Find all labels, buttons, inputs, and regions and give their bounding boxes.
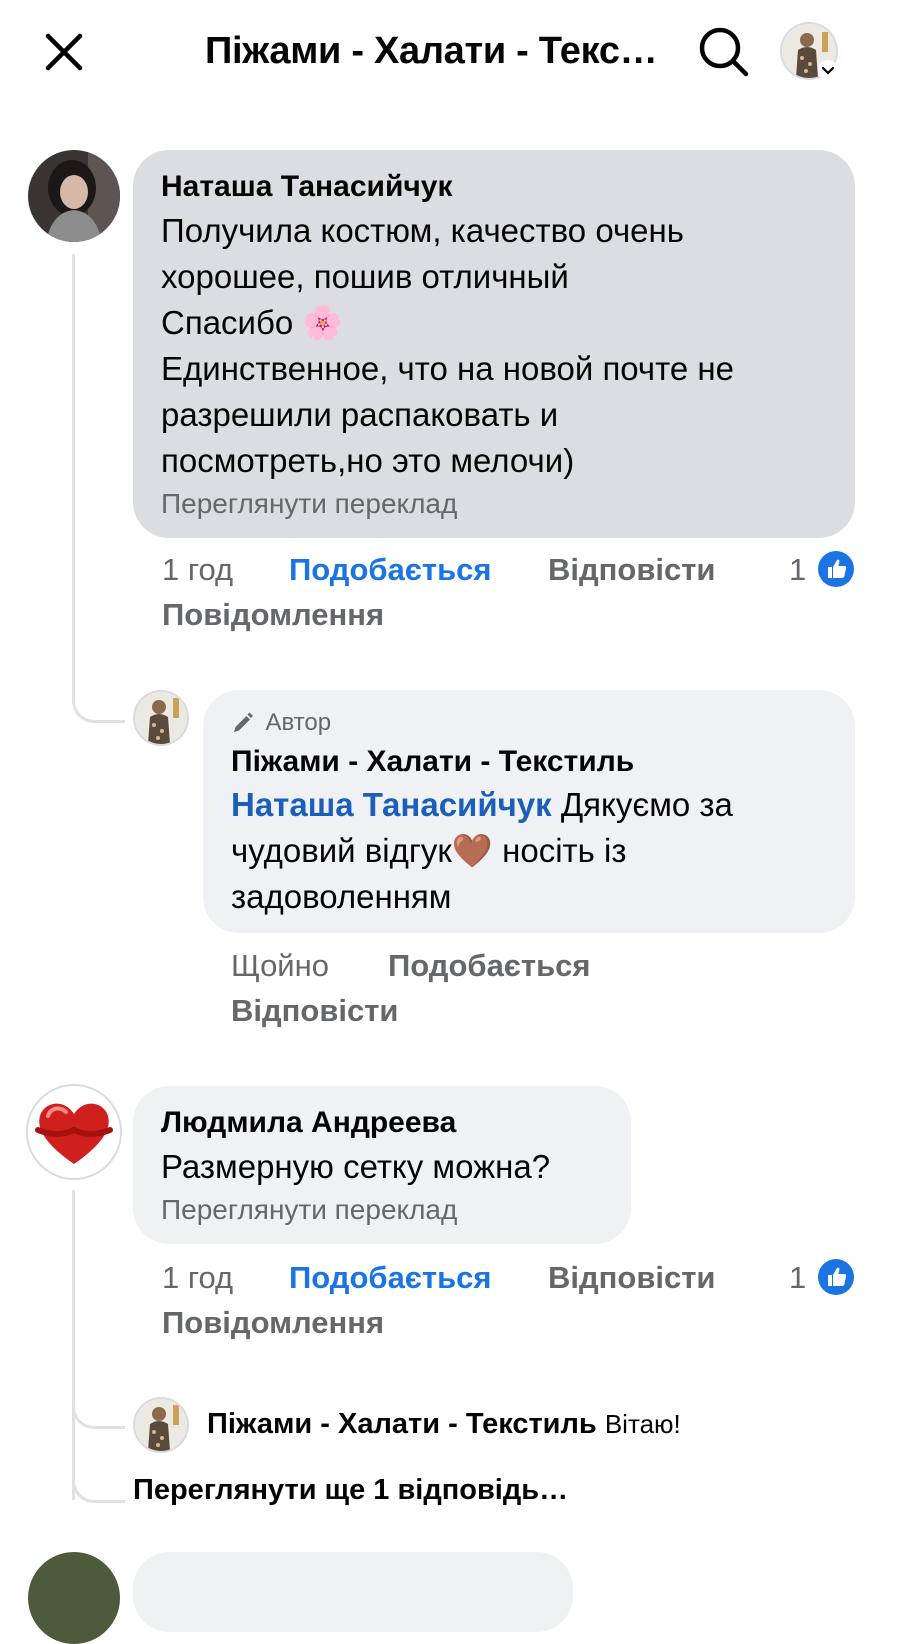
reply-author[interactable]: Піжами - Халати - Текстиль	[231, 742, 827, 782]
thread-line	[72, 1190, 75, 1500]
reply-time[interactable]: Щойно	[231, 948, 329, 984]
reply-bubble[interactable]: Автор Піжами - Халати - Текстиль Наташа …	[203, 690, 855, 933]
pencil-icon	[231, 711, 255, 735]
reply-button[interactable]: Відповісти	[548, 552, 716, 588]
avatar[interactable]	[28, 1552, 120, 1644]
comment-author[interactable]: Наташа Танасийчук	[161, 168, 827, 206]
comment-bubble[interactable]: Людмила Андреева Размерную сетку можна? …	[133, 1086, 631, 1244]
see-translation-link[interactable]: Переглянути переклад	[161, 1194, 603, 1226]
like-button[interactable]: Подобається	[289, 552, 492, 588]
like-button[interactable]: Подобається	[388, 948, 591, 984]
close-icon[interactable]	[40, 28, 88, 76]
mention-link[interactable]: Наташа Танасийчук	[231, 786, 552, 823]
reply-author[interactable]: Піжами - Халати - Текстиль	[207, 1408, 597, 1440]
comment-text: Размерную сетку можна?	[161, 1148, 551, 1185]
reply-text: Наташа Танасийчук Дякуємо за чудовий від…	[231, 786, 733, 915]
avatar[interactable]	[28, 150, 120, 242]
comment-time[interactable]: 1 год	[162, 1260, 233, 1296]
avatar[interactable]	[135, 692, 187, 744]
like-reaction-icon[interactable]	[818, 551, 854, 587]
comment-time[interactable]: 1 год	[162, 552, 233, 588]
reply-preview[interactable]: Піжами - Халати - Текстиль Вітаю!	[207, 1408, 681, 1441]
page-title: Піжами - Халати - Текс…	[205, 30, 658, 72]
reply-button[interactable]: Відповісти	[231, 993, 399, 1029]
comment-bubble[interactable]	[133, 1552, 573, 1632]
like-button[interactable]: Подобається	[289, 1260, 492, 1296]
see-translation-link[interactable]: Переглянути переклад	[161, 488, 827, 520]
comment-bubble[interactable]: Наташа Танасийчук Получила костюм, качес…	[133, 150, 855, 538]
view-more-replies-link[interactable]: Переглянути ще 1 відповідь…	[133, 1474, 568, 1507]
thread-connector	[72, 1470, 125, 1503]
thread-line	[72, 254, 75, 694]
search-icon[interactable]	[696, 24, 752, 80]
like-reaction-icon[interactable]	[818, 1259, 854, 1295]
reply-text: Вітаю!	[604, 1409, 681, 1439]
header-bar: Піжами - Халати - Текс…	[0, 0, 900, 110]
message-button[interactable]: Повідомлення	[162, 597, 384, 633]
avatar[interactable]	[135, 1399, 187, 1451]
chevron-down-icon[interactable]	[818, 60, 838, 80]
comment-text: Получила костюм, качество очень хорошее,…	[161, 212, 734, 479]
comment-author[interactable]: Людмила Андреева	[161, 1104, 603, 1142]
avatar[interactable]	[28, 1086, 120, 1178]
author-badge: Автор	[231, 708, 827, 738]
reaction-count[interactable]: 1	[789, 1260, 806, 1296]
reply-button[interactable]: Відповісти	[548, 1260, 716, 1296]
thread-connector	[72, 690, 125, 723]
reaction-count[interactable]: 1	[789, 552, 806, 588]
message-button[interactable]: Повідомлення	[162, 1305, 384, 1341]
thread-connector	[72, 1396, 125, 1429]
